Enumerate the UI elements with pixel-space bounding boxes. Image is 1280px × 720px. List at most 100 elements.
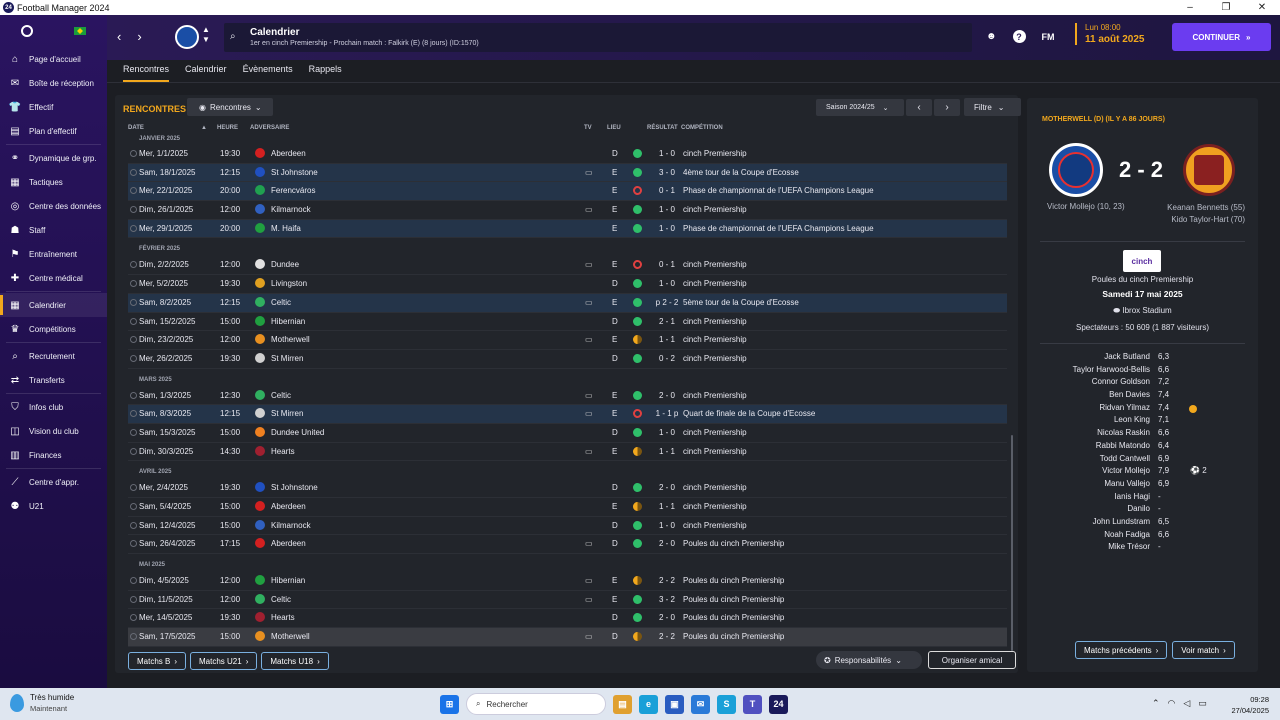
opponent-name[interactable]: St Johnstone	[271, 168, 318, 177]
match-score[interactable]: 1 - 0	[646, 224, 688, 233]
row-select-radio[interactable]	[130, 261, 137, 269]
sidebar-item[interactable]: ▥ Finances	[0, 443, 107, 467]
opponent-name[interactable]: Aberdeen	[271, 149, 306, 158]
prev-season-button[interactable]: ‹	[906, 99, 932, 116]
row-select-radio[interactable]	[130, 428, 137, 436]
competition-name[interactable]: cinch Premiership	[683, 447, 747, 456]
player-name[interactable]: Victor Mollejo	[1102, 466, 1150, 475]
player-name[interactable]: Leon King	[1114, 415, 1150, 424]
opponent-name[interactable]: Celtic	[271, 298, 291, 307]
competition-name[interactable]: 5ème tour de la Coupe d'Ecosse	[683, 298, 799, 307]
player-row[interactable]: Ridvan Yilmaz 7,4	[1027, 403, 1258, 416]
back-arrow-icon[interactable]: ‹	[117, 29, 121, 44]
help-icon[interactable]: ?	[1012, 30, 1026, 43]
row-select-radio[interactable]	[130, 447, 137, 455]
table-row[interactable]: Sam, 18/1/2025 12:15 St Johnstone ▭ E 3 - 0 4è…	[128, 163, 1007, 183]
sidebar-item[interactable]: ☗ Staff	[0, 218, 107, 242]
player-name[interactable]: Ridvan Yilmaz	[1099, 403, 1150, 412]
away-scorer[interactable]: Kido Taylor-Hart (70)	[1167, 214, 1245, 226]
opponent-name[interactable]: Hearts	[271, 613, 295, 622]
sidebar-item[interactable]: ✚ Centre médical	[0, 266, 107, 290]
opponent-name[interactable]: Kilmarnock	[271, 205, 311, 214]
table-row[interactable]: Sam, 8/3/2025 12:15 St Mirren ▭ E 1 - 1 p Quar…	[128, 405, 1007, 424]
match-score[interactable]: 2 - 0	[646, 391, 688, 400]
table-row[interactable]: Mer, 14/5/2025 19:30 Hearts D 2 - 0 Poules du…	[128, 609, 1007, 629]
competition-name[interactable]: cinch Premiership	[683, 317, 747, 326]
match-score[interactable]: 0 - 1	[646, 260, 688, 269]
row-select-radio[interactable]	[130, 168, 137, 176]
table-row[interactable]: Sam, 15/2/2025 15:00 Hibernian D 2 - 1 cinch …	[128, 313, 1007, 332]
opponent-crest-icon[interactable]	[255, 296, 265, 307]
rangers-crest-icon[interactable]	[1049, 143, 1103, 197]
match-score[interactable]: 1 - 0	[646, 279, 688, 288]
continue-button[interactable]: CONTINUER »	[1172, 23, 1271, 51]
brazil-flag-icon[interactable]	[74, 27, 87, 35]
sidebar-item[interactable]: ⛉ Infos club	[0, 395, 107, 419]
col-tv[interactable]: TV	[584, 125, 592, 131]
windows-start-icon[interactable]: ⊞	[440, 694, 459, 714]
player-name[interactable]: Rabbi Matondo	[1096, 441, 1150, 450]
player-name[interactable]: Ianis Hagi	[1114, 492, 1150, 501]
player-name[interactable]: Jack Butland	[1104, 352, 1150, 361]
player-name[interactable]: Connor Goldson	[1092, 377, 1150, 386]
row-select-radio[interactable]	[130, 336, 137, 344]
match-score[interactable]: 2 - 2	[646, 632, 688, 641]
row-select-radio[interactable]	[130, 187, 137, 195]
table-row[interactable]: Dim, 2/2/2025 12:00 Dundee ▭ E 0 - 1 cinch Pre…	[128, 256, 1007, 276]
volume-icon[interactable]: ◁	[1183, 698, 1190, 709]
u18-matches-button[interactable]: Matchs U18 ›	[261, 652, 329, 670]
motherwell-crest-icon[interactable]	[1183, 144, 1235, 196]
maximize-icon[interactable]: ❐	[1208, 2, 1244, 13]
sidebar-item[interactable]: ▤ Plan d'effectif	[0, 119, 107, 143]
table-row[interactable]: Sam, 17/5/2025 15:00 Motherwell ▭ D 2 - 2 Poul…	[128, 628, 1007, 647]
opponent-crest-icon[interactable]	[255, 501, 265, 511]
player-row[interactable]: Taylor Harwood-Bellis 6,6	[1027, 365, 1258, 378]
player-name[interactable]: Taylor Harwood-Bellis	[1073, 365, 1150, 374]
player-row[interactable]: Nicolas Raskin 6,6	[1027, 428, 1258, 441]
opponent-crest-icon[interactable]	[255, 278, 265, 289]
opponent-crest-icon[interactable]	[255, 426, 265, 437]
table-row[interactable]: Dim, 30/3/2025 14:30 Hearts ▭ E 1 - 1 cinch Pr…	[128, 443, 1007, 462]
home-scorers[interactable]: Victor Mollejo (10, 23)	[1047, 202, 1125, 211]
organise-friendly-button[interactable]: Organiser amical	[928, 651, 1016, 669]
row-select-radio[interactable]	[130, 503, 137, 510]
player-row[interactable]: Victor Mollejo 7,9 ⚽ 2	[1027, 466, 1258, 479]
table-row[interactable]: Sam, 15/3/2025 15:00 Dundee United D 1 - 0 ci…	[128, 424, 1007, 443]
opponent-crest-icon[interactable]	[255, 482, 265, 493]
sidebar-item[interactable]: ⌕ Recrutement	[0, 344, 107, 368]
scrollbar[interactable]	[1011, 435, 1013, 651]
competition-name[interactable]: Phase de championnat de l'UEFA Champions…	[683, 186, 874, 195]
col-adversaire[interactable]: ADVERSAIRE	[250, 125, 289, 131]
sidebar-item[interactable]: 👕 Effectif	[0, 95, 107, 119]
row-select-radio[interactable]	[130, 280, 137, 288]
competition-name[interactable]: Poules du cinch Premiership	[683, 539, 784, 548]
tab-rappels[interactable]: Rappels	[309, 60, 342, 82]
table-row[interactable]: Dim, 4/5/2025 12:00 Hibernian ▭ E 2 - 2 Poules…	[128, 572, 1007, 591]
match-score[interactable]: 1 - 0	[646, 521, 688, 530]
opponent-crest-icon[interactable]	[255, 148, 265, 158]
stadium-name[interactable]: Ibrox Stadium	[1122, 306, 1171, 315]
row-select-radio[interactable]	[130, 595, 137, 603]
competition-name[interactable]: 4ème tour de la Coupe d'Ecosse	[683, 168, 799, 177]
opponent-name[interactable]: Kilmarnock	[271, 521, 311, 530]
season-dropdown[interactable]: Saison 2024/25 ⌄	[816, 99, 904, 116]
opponent-crest-icon[interactable]	[255, 259, 265, 270]
opponent-name[interactable]: Ferencváros	[271, 186, 315, 195]
match-score[interactable]: 1 - 1	[646, 447, 688, 456]
opponent-name[interactable]: Hibernian	[271, 576, 305, 585]
opponent-crest-icon[interactable]	[255, 352, 265, 363]
competition-name[interactable]: cinch Premiership	[683, 335, 747, 344]
taskbar-search[interactable]: ⌕ Rechercher	[466, 693, 606, 715]
opponent-crest-icon[interactable]	[255, 315, 265, 326]
sidebar-item[interactable]: ◫ Vision du club	[0, 419, 107, 443]
club-ring-icon[interactable]	[20, 25, 33, 37]
file-explorer-icon[interactable]: ▤	[613, 694, 632, 714]
player-row[interactable]: Leon King 7,1	[1027, 415, 1258, 428]
next-season-button[interactable]: ›	[934, 99, 960, 116]
col-competition[interactable]: COMPÉTITION	[681, 125, 723, 131]
player-name[interactable]: Danilo	[1127, 504, 1150, 513]
competition-name[interactable]: Poules du cinch Premiership	[1027, 275, 1258, 284]
opponent-crest-icon[interactable]	[255, 445, 265, 456]
player-row[interactable]: Rabbi Matondo 6,4	[1027, 441, 1258, 454]
row-select-radio[interactable]	[130, 577, 137, 585]
